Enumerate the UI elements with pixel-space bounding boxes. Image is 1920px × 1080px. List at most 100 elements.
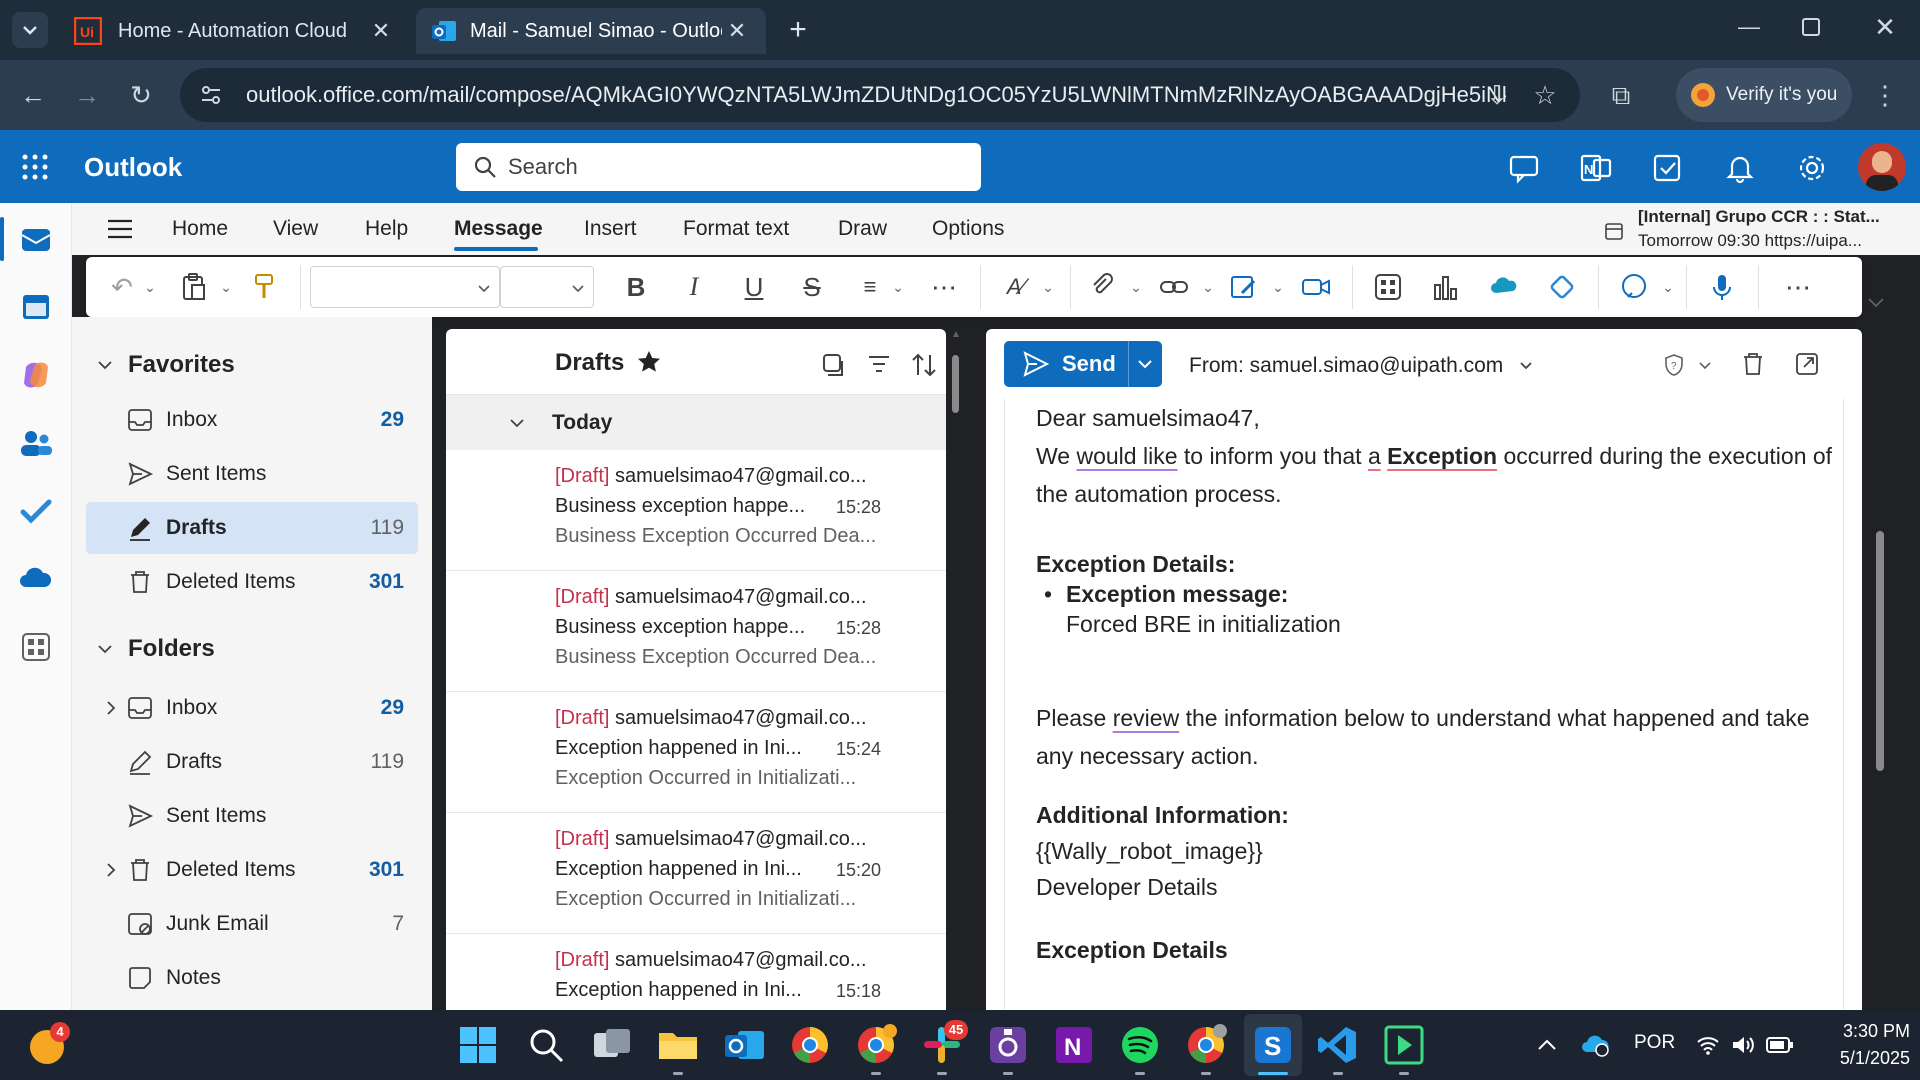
onenote-taskbar-icon[interactable]: N [1052, 1023, 1096, 1067]
teams-chat-icon[interactable] [1506, 150, 1542, 186]
paste-dropdown-icon[interactable]: ⌄ [210, 271, 242, 303]
chevron-down-icon[interactable] [1698, 359, 1712, 373]
list-item[interactable]: [Draft] samuelsimao47@gmail.co... Except… [446, 692, 946, 813]
chrome-profile-icon[interactable] [854, 1023, 898, 1067]
back-icon[interactable]: ← [16, 78, 50, 112]
uipath-studio-icon[interactable] [986, 1023, 1030, 1067]
collapse-ribbon-icon[interactable] [1866, 292, 1886, 312]
url-omnibox[interactable]: outlook.office.com/mail/compose/AQMkAGI0… [180, 68, 1580, 122]
people-icon[interactable] [18, 425, 54, 461]
tab-options[interactable]: Options [932, 217, 1004, 241]
app-launcher-icon[interactable] [22, 154, 48, 180]
signature-dropdown-icon[interactable]: ⌄ [1262, 271, 1294, 303]
compose-scrollbar[interactable] [1876, 531, 1884, 771]
attach-dropdown-icon[interactable]: ⌄ [1120, 271, 1152, 303]
onedrive-tray-icon[interactable] [1580, 1032, 1610, 1058]
search-icon[interactable] [524, 1023, 568, 1067]
site-info-icon[interactable] [196, 80, 226, 110]
link-icon[interactable] [1158, 271, 1190, 303]
wifi-icon[interactable] [1696, 1034, 1720, 1056]
verify-profile-button[interactable]: Verify it's you [1676, 68, 1852, 122]
styles-icon[interactable]: A⁄ [1000, 271, 1032, 303]
styles-dropdown-icon[interactable]: ⌄ [1032, 271, 1064, 303]
gear-icon[interactable] [1794, 150, 1830, 186]
chevron-right-icon[interactable] [102, 861, 120, 879]
signature-icon[interactable] [1228, 271, 1260, 303]
chrome-secondary-icon[interactable] [1184, 1023, 1228, 1067]
more-options-icon[interactable]: ⋯ [1782, 271, 1814, 303]
salesforce-icon[interactable] [1488, 271, 1520, 303]
new-tab-icon[interactable]: + [780, 12, 816, 48]
list-item[interactable]: [Draft] samuelsimao47@gmail.co... Busine… [446, 571, 946, 692]
bold-icon[interactable]: B [620, 271, 652, 303]
tab-view[interactable]: View [273, 217, 318, 241]
list-item[interactable]: [Draft] samuelsimao47@gmail.co... Busine… [446, 450, 946, 571]
italic-icon[interactable]: I [678, 271, 710, 303]
todo-check-icon[interactable] [18, 493, 54, 529]
format-painter-icon[interactable] [248, 271, 280, 303]
forward-icon[interactable]: → [70, 78, 104, 112]
folder-deleted-items[interactable]: Deleted Items 301 [86, 844, 418, 896]
favorite-star-icon[interactable] [636, 349, 662, 375]
attach-icon[interactable] [1086, 271, 1118, 303]
list-item[interactable]: [Draft] samuelsimao47@gmail.co... Except… [446, 813, 946, 934]
chevron-up-icon[interactable] [1536, 1036, 1558, 1054]
browser-menu-icon[interactable]: ⋮ [1868, 78, 1902, 112]
message-body-editor[interactable]: Dear samuelsimao47, We would like to inf… [1036, 399, 1836, 965]
favorites-header[interactable]: Favorites [96, 351, 235, 379]
favorite-deleted-items[interactable]: Deleted Items 301 [86, 556, 418, 608]
battery-icon[interactable] [1766, 1036, 1794, 1054]
tab-home[interactable]: Home [172, 217, 228, 241]
list-scrollbar[interactable]: ▲ [951, 329, 961, 1010]
outlook-taskbar-icon[interactable] [722, 1023, 766, 1067]
discard-trash-icon[interactable] [1740, 351, 1766, 377]
favorite-sent-items[interactable]: Sent Items [86, 448, 418, 500]
scroll-up-icon[interactable]: ▲ [951, 329, 961, 340]
chevron-right-icon[interactable] [102, 699, 120, 717]
spacing-dropdown-icon[interactable]: ⌄ [882, 271, 914, 303]
chrome-icon[interactable] [788, 1023, 832, 1067]
language-indicator[interactable]: POR [1634, 1032, 1675, 1054]
tab-insert[interactable]: Insert [584, 217, 637, 241]
poll-chart-icon[interactable] [1430, 271, 1462, 303]
tab-draw[interactable]: Draw [838, 217, 887, 241]
more-format-icon[interactable]: ⋯ [928, 271, 960, 303]
onenote-icon[interactable]: N [1578, 150, 1614, 186]
list-item[interactable]: [Draft] samuelsimao47@gmail.co... Except… [446, 934, 946, 1010]
strikethrough-icon[interactable]: S [796, 271, 828, 303]
close-window-icon[interactable]: ✕ [1870, 12, 1900, 42]
spelling-error[interactable]: a [1368, 443, 1381, 469]
folder-inbox[interactable]: Inbox 29 [86, 682, 418, 734]
reload-icon[interactable]: ↻ [124, 78, 158, 112]
grammar-suggestion[interactable]: review [1113, 705, 1179, 731]
extensions-icon[interactable]: ⧉ [1604, 78, 1638, 112]
tab-format-text[interactable]: Format text [683, 217, 789, 241]
calendar-icon[interactable] [18, 289, 54, 325]
apps-icon[interactable] [1372, 271, 1404, 303]
file-explorer-icon[interactable] [656, 1023, 700, 1067]
windows-start-icon[interactable] [456, 1023, 500, 1067]
folders-header[interactable]: Folders [96, 635, 215, 663]
vscode-icon[interactable] [1316, 1023, 1360, 1067]
search-box[interactable]: Search [456, 143, 981, 191]
tab-help[interactable]: Help [365, 217, 408, 241]
grammar-suggestion[interactable]: would like [1076, 443, 1177, 469]
select-icon[interactable] [820, 351, 846, 377]
avatar[interactable] [1858, 143, 1906, 191]
close-tab-icon[interactable]: ✕ [722, 18, 752, 44]
send-options-button[interactable] [1129, 341, 1162, 387]
folder-notes[interactable]: Notes [86, 952, 418, 1004]
system-clock[interactable]: 3:30 PM 5/1/2025 [1810, 1018, 1910, 1072]
minimize-icon[interactable]: — [1734, 14, 1764, 44]
font-size-select[interactable] [500, 266, 594, 308]
teams-meeting-icon[interactable] [1300, 271, 1332, 303]
folder-sent-items[interactable]: Sent Items [86, 790, 418, 842]
dictate-microphone-icon[interactable] [1706, 271, 1738, 303]
calendar-reminder[interactable]: [Internal] Grupo CCR : : Stat... Tomorro… [1604, 205, 1904, 253]
bell-icon[interactable] [1722, 150, 1758, 186]
more-apps-icon[interactable] [18, 629, 54, 665]
copilot-icon[interactable] [18, 357, 54, 393]
favorite-drafts[interactable]: Drafts 119 [86, 502, 418, 554]
task-view-icon[interactable] [590, 1023, 634, 1067]
link-dropdown-icon[interactable]: ⌄ [1192, 271, 1224, 303]
